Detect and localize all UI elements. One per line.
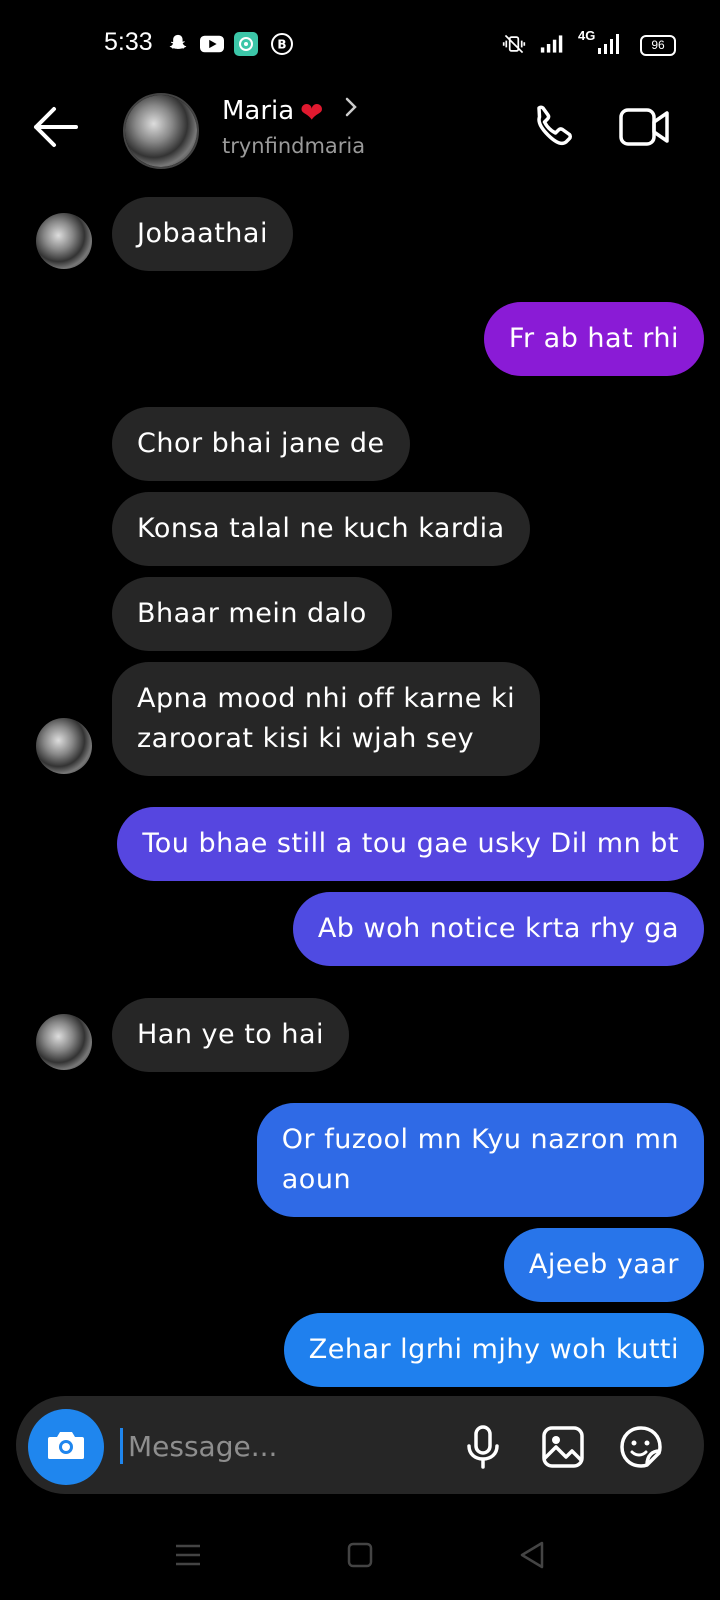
message-avatar[interactable] (36, 1014, 92, 1070)
business-icon: B (270, 32, 294, 56)
network-type: 4G (578, 28, 596, 43)
contact-username: trynfindmaria (222, 134, 366, 158)
chevron-right-icon[interactable] (344, 96, 358, 124)
image-icon[interactable] (538, 1422, 588, 1472)
message-incoming[interactable]: Apna mood nhi off karne ki zaroorat kisi… (112, 662, 541, 776)
battery-indicator: 96 (640, 35, 676, 56)
message-incoming[interactable]: Bhaar mein dalo (112, 577, 392, 651)
message-avatar[interactable] (36, 718, 92, 774)
back-arrow-icon[interactable] (30, 104, 82, 150)
app-notification-icon (234, 32, 258, 56)
sticker-icon[interactable] (616, 1422, 666, 1472)
svg-text:B: B (277, 38, 286, 52)
signal-icon-2 (596, 32, 620, 56)
message-outgoing[interactable]: Or fuzool mn Kyu nazron mn aoun (256, 1103, 704, 1217)
status-time: 5:33 (104, 28, 153, 56)
camera-button[interactable] (28, 1409, 104, 1485)
back-nav-icon[interactable] (512, 1535, 552, 1575)
signal-icon (540, 32, 564, 56)
message-outgoing[interactable]: Fr ab hat rhi (483, 302, 704, 376)
microphone-icon[interactable] (458, 1422, 508, 1472)
message-incoming[interactable]: Han ye to hai (112, 998, 350, 1072)
message-outgoing[interactable]: Ajeeb yaar (503, 1228, 704, 1302)
menu-nav-icon[interactable] (168, 1535, 208, 1575)
message-avatar[interactable] (36, 213, 92, 269)
phone-icon[interactable] (526, 103, 576, 153)
message-outgoing[interactable]: Ab woh notice krta rhy ga (292, 892, 704, 966)
youtube-icon (200, 32, 224, 56)
message-outgoing[interactable]: Zehar lgrhi mjhy woh kutti (283, 1313, 704, 1387)
contact-avatar[interactable] (123, 93, 199, 169)
home-nav-icon[interactable] (340, 1535, 380, 1575)
text-cursor (120, 1428, 123, 1464)
message-incoming[interactable]: Chor bhai jane de (112, 407, 410, 481)
contact-name[interactable]: Maria (222, 96, 294, 126)
video-camera-icon[interactable] (618, 104, 672, 150)
camera-icon (46, 1428, 86, 1466)
heart-emoji: ❤ (300, 96, 324, 129)
snapchat-icon (166, 32, 190, 56)
message-incoming[interactable]: Konsa talal ne kuch kardia (112, 492, 530, 566)
vibrate-icon (502, 32, 526, 56)
message-input[interactable] (126, 1420, 430, 1472)
message-outgoing[interactable]: Tou bhae still a tou gae usky Dil mn bt (117, 807, 704, 881)
message-incoming[interactable]: Jobaathai (112, 197, 293, 271)
